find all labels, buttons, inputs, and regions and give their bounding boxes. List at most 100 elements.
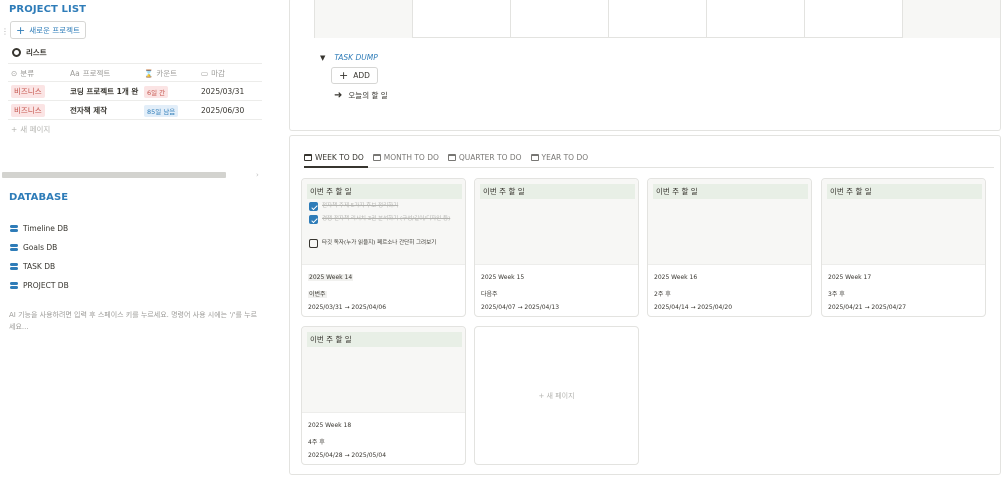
task-dump-label: TASK DUMP	[334, 53, 378, 62]
week-card[interactable]: 이번 주 할 일 전자책 주제 5가지 후보 정리하기 경쟁 전자책 리서치 3…	[301, 178, 466, 317]
calendar-cell[interactable]	[706, 0, 804, 38]
task-dump-toggle[interactable]: ▼ TASK DUMP	[320, 53, 378, 62]
week-card[interactable]: 이번 주 할 일 2025 Week 17 3주 후 2025/04/21 → …	[821, 178, 986, 317]
week-board-panel: WEEK TO DO MONTH TO DO QUARTER TO DO YEA…	[289, 135, 1001, 475]
new-page-cell: + 새 페이지	[11, 120, 50, 139]
hourglass-icon: ⌛	[144, 69, 154, 78]
triangle-down-icon: ▼	[320, 53, 326, 62]
new-page-card[interactable]: + 새 페이지	[474, 326, 639, 465]
column-header-project[interactable]: Aa 프로젝트	[70, 64, 110, 83]
new-project-label: 새로운 프로젝트	[29, 25, 80, 35]
project-name[interactable]: 전자책 제작	[70, 105, 107, 116]
today-tasks-label: 오늘의 할 일	[348, 91, 388, 100]
calendar-panel: ▼ TASK DUMP + ADD ➜ 오늘의 할 일	[289, 0, 1001, 131]
due-cell: 2025/06/30	[201, 101, 244, 120]
database-link-label: Timeline DB	[23, 224, 69, 233]
calendar-cell[interactable]	[510, 0, 608, 38]
column-header-count[interactable]: ⌛ 카운트	[144, 64, 177, 83]
card-week: 2025 Week 17	[828, 274, 872, 281]
list-view-tab[interactable]: 리스트	[12, 47, 47, 58]
todo-item[interactable]: 타깃 독자(누가 읽을지) 페르소나 간단히 그려보기	[309, 239, 464, 248]
category-tag: 비즈니스	[11, 85, 45, 98]
count-cell: 85일 남음	[144, 101, 179, 120]
card-date-range: 2025/04/07 → 2025/04/13	[481, 304, 560, 311]
project-table: ⊙ 분류 Aa 프로젝트 ⌛ 카운트 ▭ 마감 비즈니스 코딩 프로젝트 1개 완 6일…	[8, 63, 262, 139]
new-project-button[interactable]: + 새로운 프로젝트	[10, 21, 86, 39]
count-badge: 6일 간	[144, 85, 169, 98]
view-tabs: WEEK TO DO MONTH TO DO QUARTER TO DO YEA…	[304, 150, 588, 164]
calendar-icon	[447, 153, 456, 161]
tab-quarter-to-do[interactable]: QUARTER TO DO	[447, 150, 522, 164]
today-tasks-link[interactable]: ➜ 오늘의 할 일	[334, 90, 388, 101]
column-header-category[interactable]: ⊙ 분류	[11, 64, 34, 83]
add-button-label: ADD	[353, 71, 370, 80]
card-title: 이번 주 할 일	[480, 184, 635, 199]
calendar-cell[interactable]	[314, 0, 412, 38]
project-name[interactable]: 코딩 프로젝트 1개 완	[70, 86, 138, 97]
checkbox-unchecked[interactable]	[309, 239, 318, 248]
database-link-label: Goals DB	[23, 243, 58, 252]
calendar-icon	[304, 153, 312, 161]
todo-text: 전자책 주제 5가지 후보 정리하기	[322, 203, 399, 209]
table-row[interactable]: 비즈니스 전자책 제작 85일 남음 2025/06/30	[8, 101, 262, 120]
plus-icon: +	[538, 391, 547, 400]
count-cell: 6일 간	[144, 82, 169, 101]
checkbox-checked[interactable]	[309, 215, 318, 224]
card-week: 2025 Week 14	[308, 274, 354, 281]
card-date-range: 2025/03/31 → 2025/04/06	[308, 304, 387, 311]
column-label: 분류	[20, 69, 35, 78]
week-card[interactable]: 이번 주 할 일 2025 Week 18 4주 후 2025/04/28 → …	[301, 326, 466, 465]
horizontal-scrollbar[interactable]	[2, 172, 226, 178]
list-view-label: 리스트	[26, 48, 47, 57]
card-date-range: 2025/04/14 → 2025/04/20	[654, 304, 733, 311]
database-link-label: PROJECT DB	[23, 281, 69, 290]
table-row[interactable]: 비즈니스 코딩 프로젝트 1개 완 6일 간 2025/03/31	[8, 82, 262, 101]
add-button[interactable]: + ADD	[331, 67, 378, 84]
column-header-due[interactable]: ▭ 마감	[201, 64, 225, 83]
column-label: 마감	[211, 69, 225, 78]
calendar-icon	[530, 153, 539, 161]
calendar-cell[interactable]	[412, 0, 510, 38]
category-tag: 비즈니스	[11, 104, 45, 117]
plus-icon: +	[11, 125, 18, 134]
project-name-cell: 전자책 제작	[70, 101, 107, 120]
ai-hint-placeholder[interactable]: AI 기능을 사용하려면 입력 후 스페이스 키를 누르세요. 명령어 사용 시…	[9, 309, 259, 333]
card-title: 이번 주 할 일	[827, 184, 982, 199]
tab-year-to-do[interactable]: YEAR TO DO	[530, 150, 588, 164]
calendar-icon	[372, 153, 381, 161]
database-link-project[interactable]: PROJECT DB	[10, 276, 69, 295]
checkbox-checked[interactable]	[309, 202, 318, 211]
new-page-label: 새 페이지	[20, 125, 51, 134]
arrow-right-icon: ➜	[334, 90, 343, 101]
relative-label: 이번주	[308, 291, 327, 298]
tab-month-to-do[interactable]: MONTH TO DO	[372, 150, 439, 164]
database-link-label: TASK DB	[23, 262, 56, 271]
card-week: 2025 Week 18	[308, 422, 352, 429]
todo-item[interactable]: 전자책 주제 5가지 후보 정리하기	[309, 202, 464, 211]
week-card[interactable]: 이번 주 할 일 2025 Week 15 다음주 2025/04/07 → 2…	[474, 178, 639, 317]
chevron-right-icon[interactable]: ›	[256, 171, 259, 179]
active-tab-indicator	[304, 166, 368, 168]
left-column: PROJECT LIST ⋮ + 새로운 프로젝트 리스트 ⊙ 분류 Aa 프로젝트…	[0, 0, 262, 482]
todo-item[interactable]: 경쟁 전자책 리서치 3권 분석하기 (구성/길이/디자인 등)	[309, 215, 464, 224]
database-link-goals[interactable]: Goals DB	[10, 238, 69, 257]
calendar-cell[interactable]	[902, 0, 1000, 38]
drag-handle-icon[interactable]: ⋮	[1, 27, 9, 36]
tab-divider	[304, 167, 994, 168]
database-link-task[interactable]: TASK DB	[10, 257, 69, 276]
card-date-range: 2025/04/28 → 2025/05/04	[308, 452, 387, 459]
card-relative: 2주 후	[654, 291, 671, 298]
card-date-range: 2025/04/21 → 2025/04/27	[828, 304, 907, 311]
calendar-icon: ▭	[201, 69, 209, 78]
database-icon	[10, 282, 18, 289]
database-link-timeline[interactable]: Timeline DB	[10, 219, 69, 238]
tab-week-to-do[interactable]: WEEK TO DO	[304, 150, 364, 164]
due-date: 2025/06/30	[201, 106, 245, 115]
week-card[interactable]: 이번 주 할 일 2025 Week 16 2주 후 2025/04/14 → …	[647, 178, 812, 317]
tab-label: WEEK TO DO	[315, 152, 364, 162]
calendar-cell[interactable]	[608, 0, 706, 38]
category-cell: 비즈니스	[11, 101, 45, 120]
text-aa-icon: Aa	[70, 69, 80, 78]
calendar-cell[interactable]	[804, 0, 902, 38]
new-page-row[interactable]: + 새 페이지	[8, 120, 262, 139]
